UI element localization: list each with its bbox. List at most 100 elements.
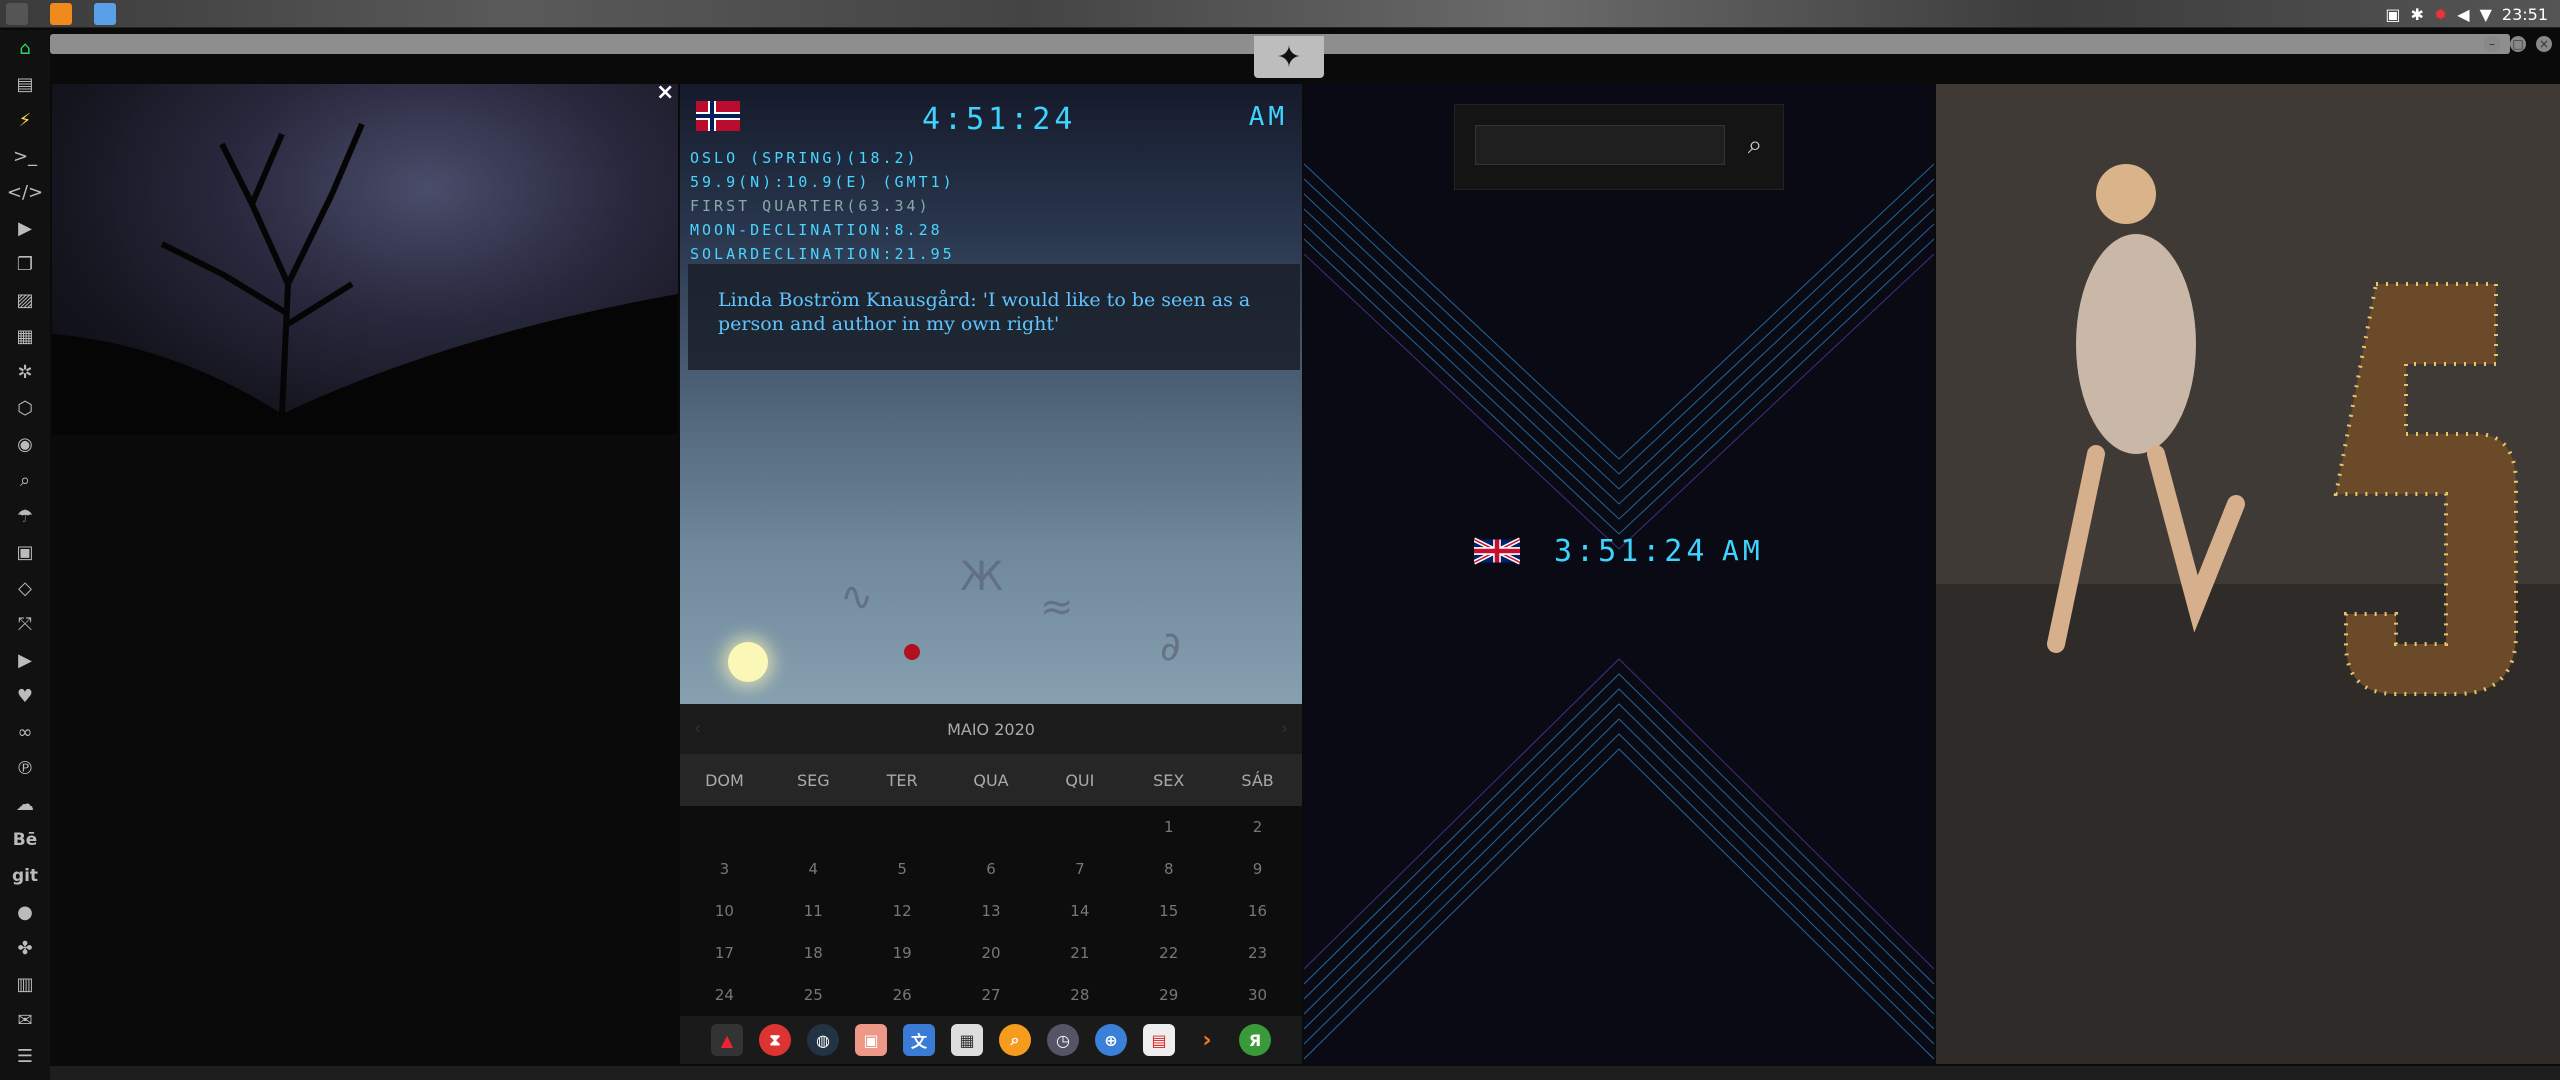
calendar-weekdays: DOM SEG TER QUA QUI SEX SÁB (680, 754, 1302, 806)
calendar-day[interactable]: 8 (1124, 860, 1213, 878)
git-icon[interactable]: git (0, 858, 50, 894)
heart-icon[interactable]: ♥ (0, 678, 50, 714)
calendar-day[interactable]: 5 (858, 860, 947, 878)
calendar-day[interactable]: 19 (858, 944, 947, 962)
news-headline[interactable]: Linda Boström Knausgård: 'I would like t… (718, 288, 1270, 336)
app-dock: ▲ ⧗ ◍ ▣ 文 ▦ ⌕ ◷ ⊕ ▤ › Я (680, 1016, 1302, 1064)
volume-icon[interactable]: ◀ (2457, 5, 2469, 24)
calendar-day[interactable]: 20 (947, 944, 1036, 962)
calendar-day[interactable]: 12 (858, 902, 947, 920)
search-input[interactable] (1475, 125, 1725, 165)
umbrella-icon[interactable]: ☂ (0, 498, 50, 534)
github-icon[interactable]: ● (0, 894, 50, 930)
photos-icon[interactable]: ▣ (855, 1024, 887, 1056)
lightning-icon[interactable]: ⚡ (0, 102, 50, 138)
calendar-day[interactable]: 30 (1213, 986, 1302, 1004)
behance-icon[interactable]: Bē (0, 822, 50, 858)
calendar-day[interactable]: 2 (1213, 818, 1302, 836)
youtube-icon[interactable]: ▶ (0, 642, 50, 678)
picture-icon[interactable]: ▨ (0, 282, 50, 318)
chevron-right-icon[interactable]: › (1281, 718, 1288, 739)
earth-icon[interactable]: ◍ (807, 1024, 839, 1056)
bluetooth-icon[interactable]: ✱ (2410, 5, 2423, 24)
image-icon[interactable]: ▣ (2385, 5, 2400, 24)
close-panel-icon[interactable]: × (656, 80, 674, 105)
calendar-day[interactable]: 11 (769, 902, 858, 920)
calendar-day[interactable]: 21 (1035, 944, 1124, 962)
close-window-icon[interactable]: × (2536, 36, 2552, 52)
calendar-day[interactable]: 17 (680, 944, 769, 962)
system-tray: ▣ ✱ ✹ ◀ ▼ 23:51 (2373, 0, 2560, 28)
terminal-icon[interactable]: >_ (0, 138, 50, 174)
app-launcher-icon[interactable] (6, 3, 28, 25)
calendar-day[interactable]: 13 (947, 902, 1036, 920)
yandex-icon[interactable]: Я (1239, 1024, 1271, 1056)
fashion-photo (1936, 84, 2560, 1064)
sublime-icon[interactable] (50, 3, 72, 25)
calendar-day[interactable]: 27 (947, 986, 1036, 1004)
calculator-icon[interactable]: ▦ (951, 1024, 983, 1056)
contact-icon[interactable]: ▣ (0, 534, 50, 570)
calendar-day[interactable]: 23 (1213, 944, 1302, 962)
play-icon[interactable]: ▶ (0, 210, 50, 246)
bottom-status-bar (50, 1066, 2560, 1080)
calendar-day[interactable]: 29 (1124, 986, 1213, 1004)
calendar-day[interactable]: 18 (769, 944, 858, 962)
hourglass-icon[interactable]: ⧗ (759, 1024, 791, 1056)
calendar-day[interactable]: 1 (1124, 818, 1213, 836)
minimize-icon[interactable]: – (2484, 36, 2500, 52)
news-card[interactable]: Linda Boström Knausgård: 'I would like t… (688, 264, 1300, 370)
calendar-icon[interactable]: ▤ (1143, 1024, 1175, 1056)
infinity-icon[interactable]: ∞ (0, 714, 50, 750)
web-icon[interactable]: ⊕ (1095, 1024, 1127, 1056)
map-icon[interactable]: ▥ (0, 966, 50, 1002)
weekday: QUI (1065, 770, 1095, 790)
calendar-day[interactable]: 6 (947, 860, 1036, 878)
rebel-alliance-icon[interactable]: ✦ (1254, 36, 1324, 78)
cloud-icon[interactable]: ☁ (0, 786, 50, 822)
expand-icon[interactable]: ⤧ (0, 606, 50, 642)
code-icon[interactable]: </> (0, 174, 50, 210)
translate-icon[interactable]: 文 (903, 1024, 935, 1056)
maximize-icon[interactable]: □ (2510, 36, 2526, 52)
calendar-day[interactable]: 16 (1213, 902, 1302, 920)
folder-icon[interactable] (94, 3, 116, 25)
calendar-day[interactable]: 10 (680, 902, 769, 920)
wifi-icon[interactable]: ▼ (2480, 5, 2492, 24)
tag-icon[interactable]: ◇ (0, 570, 50, 606)
calendar-day[interactable]: 15 (1124, 902, 1213, 920)
calendar-day[interactable]: 14 (1035, 902, 1124, 920)
arrow-icon[interactable]: › (1191, 1024, 1223, 1056)
globe-icon[interactable]: ◉ (0, 426, 50, 462)
calendar-day[interactable]: 7 (1035, 860, 1124, 878)
puzzle-icon[interactable]: ✤ (0, 930, 50, 966)
tree-silhouette (52, 122, 678, 434)
oslo-clock: 4:51:24 (922, 102, 1077, 137)
document-icon[interactable]: ▤ (0, 66, 50, 102)
search-widget: ⌕ (1454, 104, 1784, 190)
calendar-day[interactable]: 24 (680, 986, 769, 1004)
pinterest-icon[interactable]: ℗ (0, 750, 50, 786)
search-icon[interactable]: ⌕ (1735, 125, 1775, 165)
news-icon[interactable]: ▦ (0, 318, 50, 354)
calendar-day[interactable]: 26 (858, 986, 947, 1004)
calendar-day[interactable]: 25 (769, 986, 858, 1004)
magnifier-icon[interactable]: ⌕ (999, 1024, 1031, 1056)
storage-icon[interactable]: ☰ (0, 1038, 50, 1074)
settings-icon[interactable]: ✲ (0, 354, 50, 390)
adobe-icon[interactable]: ▲ (711, 1024, 743, 1056)
files-icon[interactable]: ❐ (0, 246, 50, 282)
bug-icon[interactable]: ✹ (2434, 5, 2447, 24)
chevron-left-icon[interactable]: ‹ (694, 718, 701, 739)
hexagon-icon[interactable]: ⬡ (0, 390, 50, 426)
system-clock[interactable]: 23:51 (2502, 5, 2548, 24)
clock-icon[interactable]: ◷ (1047, 1024, 1079, 1056)
calendar-day[interactable]: 3 (680, 860, 769, 878)
search-icon[interactable]: ⌕ (0, 462, 50, 498)
calendar-day[interactable]: 22 (1124, 944, 1213, 962)
calendar-day[interactable]: 28 (1035, 986, 1124, 1004)
calendar-day[interactable]: 4 (769, 860, 858, 878)
mail-icon[interactable]: ✉ (0, 1002, 50, 1038)
home-icon[interactable]: ⌂ (0, 30, 50, 66)
calendar-day[interactable]: 9 (1213, 860, 1302, 878)
